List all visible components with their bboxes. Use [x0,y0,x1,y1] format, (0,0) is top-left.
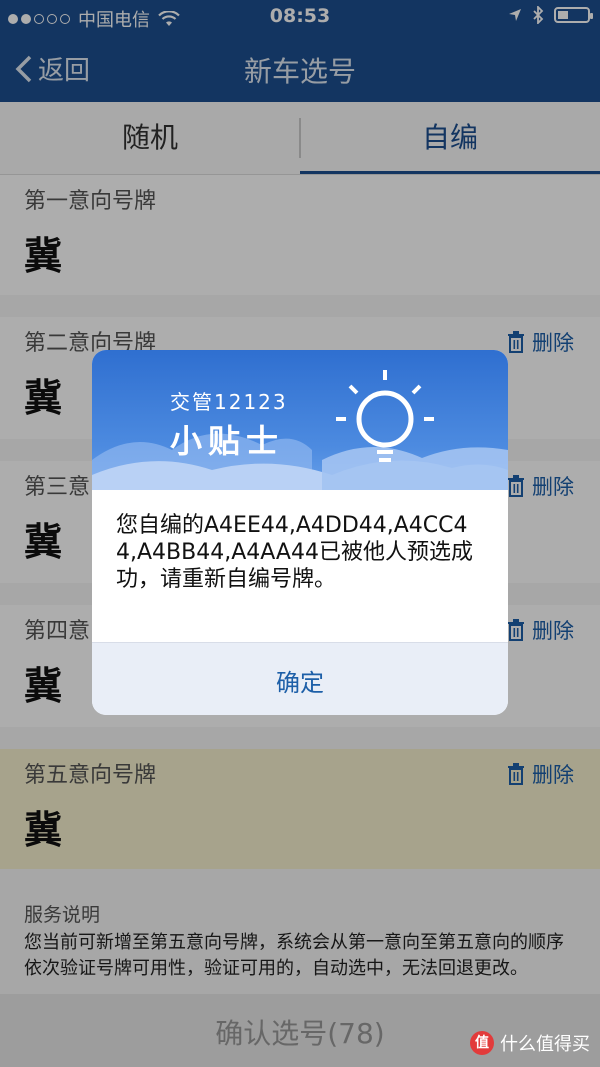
dialog-message: 您自编的A4EE44,A4DD44,A4CC44,A4BB44,A4AA44已被… [116,513,473,592]
watermark-logo-icon: 值 [470,1031,494,1055]
dialog-brand: 交管12123 [170,390,288,414]
watermark: 值 什么值得买 [470,1030,590,1056]
watermark-text: 什么值得买 [500,1034,590,1055]
tips-dialog: 交管12123 小贴士 您自编的A4EE44,A4DD44,A4CC44,A4B… [92,350,508,715]
lightbulb-icon [336,370,434,462]
dialog-footer: 确定 [92,642,508,715]
dialog-banner: 交管12123 小贴士 [92,350,508,490]
ok-button[interactable]: 确定 [92,663,508,698]
cloud-decoration [92,433,508,490]
dialog-title: 小贴士 [170,422,285,460]
